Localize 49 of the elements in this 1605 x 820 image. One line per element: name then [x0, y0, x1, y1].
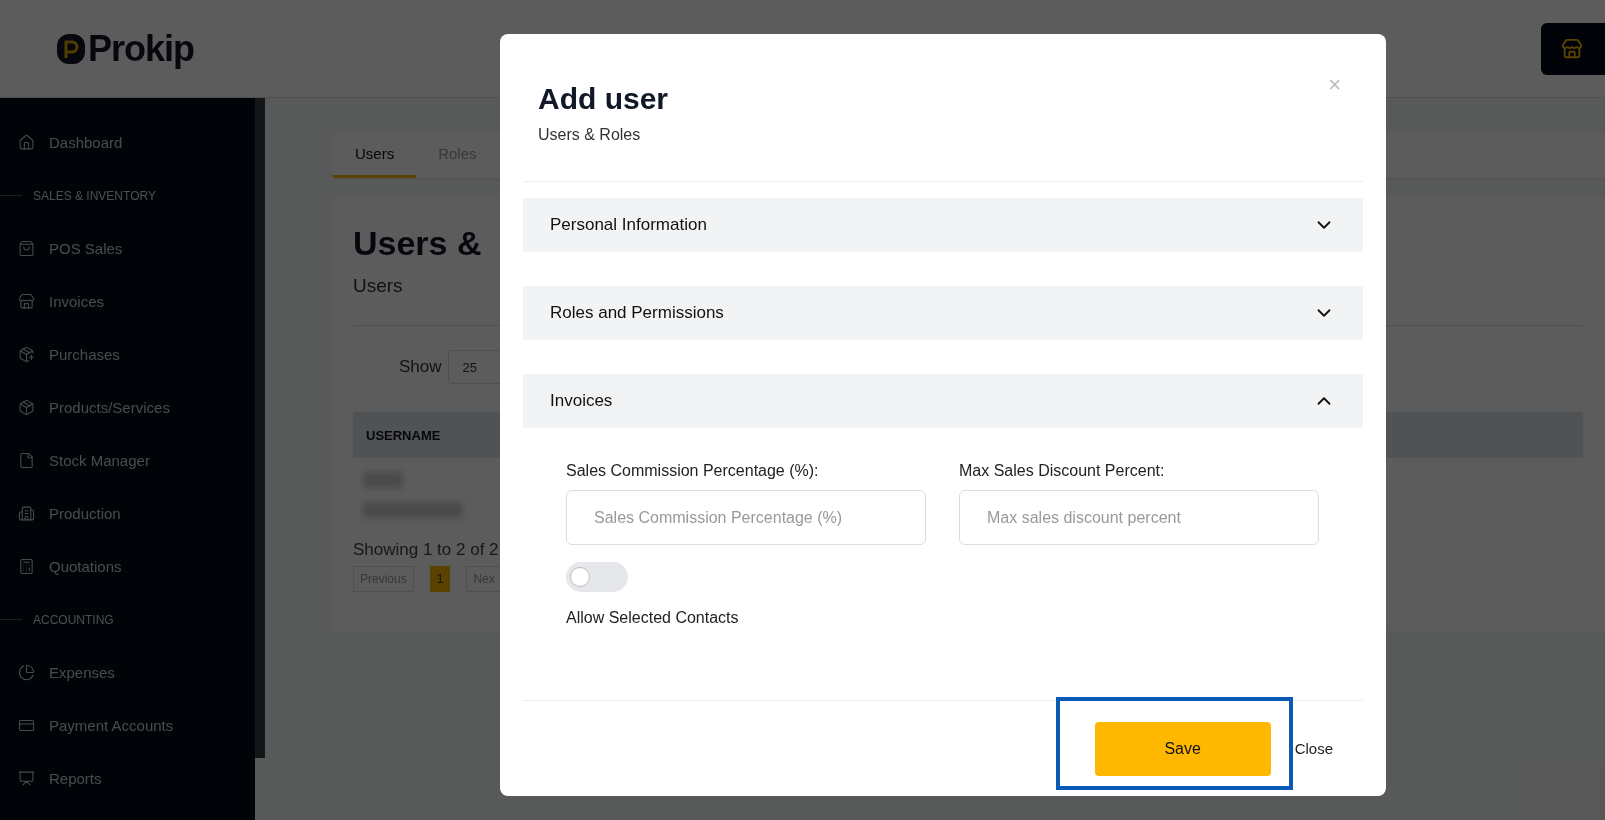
package-icon — [18, 399, 35, 416]
pie-chart-icon — [18, 664, 35, 681]
modal-title: Add user — [538, 82, 670, 116]
accordion-header[interactable]: Invoices — [523, 374, 1363, 428]
sidebar-item[interactable]: Stock Manager — [0, 434, 255, 487]
sidebar-item[interactable]: Quotations — [0, 540, 255, 593]
input-field[interactable]: Max sales discount percent — [959, 490, 1319, 545]
modal-subtitle: Users & Roles — [538, 126, 642, 144]
sidebar-item[interactable]: Reports — [0, 752, 255, 805]
card-icon — [18, 717, 35, 734]
section-label: SALES & INVENTORY — [33, 188, 156, 203]
close-link[interactable]: Close — [1294, 740, 1333, 757]
building-icon — [18, 505, 35, 522]
store-icon — [18, 293, 35, 310]
accordion-header[interactable]: Roles and Permissions — [523, 286, 1363, 340]
file-icon — [18, 452, 35, 469]
presentation-icon — [18, 770, 35, 787]
calculator-icon — [18, 558, 35, 575]
page-subtitle: Users — [353, 275, 404, 297]
sidebar-item[interactable]: Payment Accounts — [0, 699, 255, 752]
page-button[interactable]: 1 — [429, 566, 451, 592]
tab[interactable]: Users — [333, 132, 417, 178]
input-field[interactable]: Sales Commission Percentage (%) — [566, 490, 926, 545]
field-label: Max Sales Discount Percent: — [959, 462, 1166, 480]
box-icon — [18, 346, 35, 363]
bag-icon — [18, 240, 35, 257]
pagination-info: Showing 1 to 2 of 2 — [353, 540, 500, 560]
sidebar-item[interactable]: Purchases — [0, 328, 255, 381]
sidebar-item[interactable]: Dashboard — [0, 116, 255, 169]
sidebar-item[interactable]: Production — [0, 487, 255, 540]
save-button[interactable]: Save — [1094, 721, 1271, 776]
sidebar-item[interactable]: Products/Services — [0, 381, 255, 434]
store-button[interactable] — [1541, 22, 1605, 75]
house-icon — [18, 134, 35, 151]
section-label: ACCOUNTING — [33, 612, 114, 627]
show-label: Show — [399, 357, 442, 377]
close-button[interactable]: × — [1328, 72, 1341, 98]
page-title: Users & — [353, 224, 482, 263]
scrollbar[interactable] — [255, 98, 265, 758]
sidebar-item[interactable]: POS Sales — [0, 222, 255, 275]
logo-icon — [56, 31, 86, 66]
logo-text: Prokip — [88, 27, 195, 70]
toggle-label: Allow Selected Contacts — [566, 609, 740, 627]
sidebar-item[interactable]: Expenses — [0, 646, 255, 699]
toggle-switch[interactable] — [566, 562, 628, 592]
store-icon — [1561, 37, 1583, 60]
sidebar-item[interactable]: Invoices — [0, 275, 255, 328]
accordion-header[interactable]: Personal Information — [523, 198, 1363, 252]
field-label: Sales Commission Percentage (%): — [566, 462, 820, 480]
